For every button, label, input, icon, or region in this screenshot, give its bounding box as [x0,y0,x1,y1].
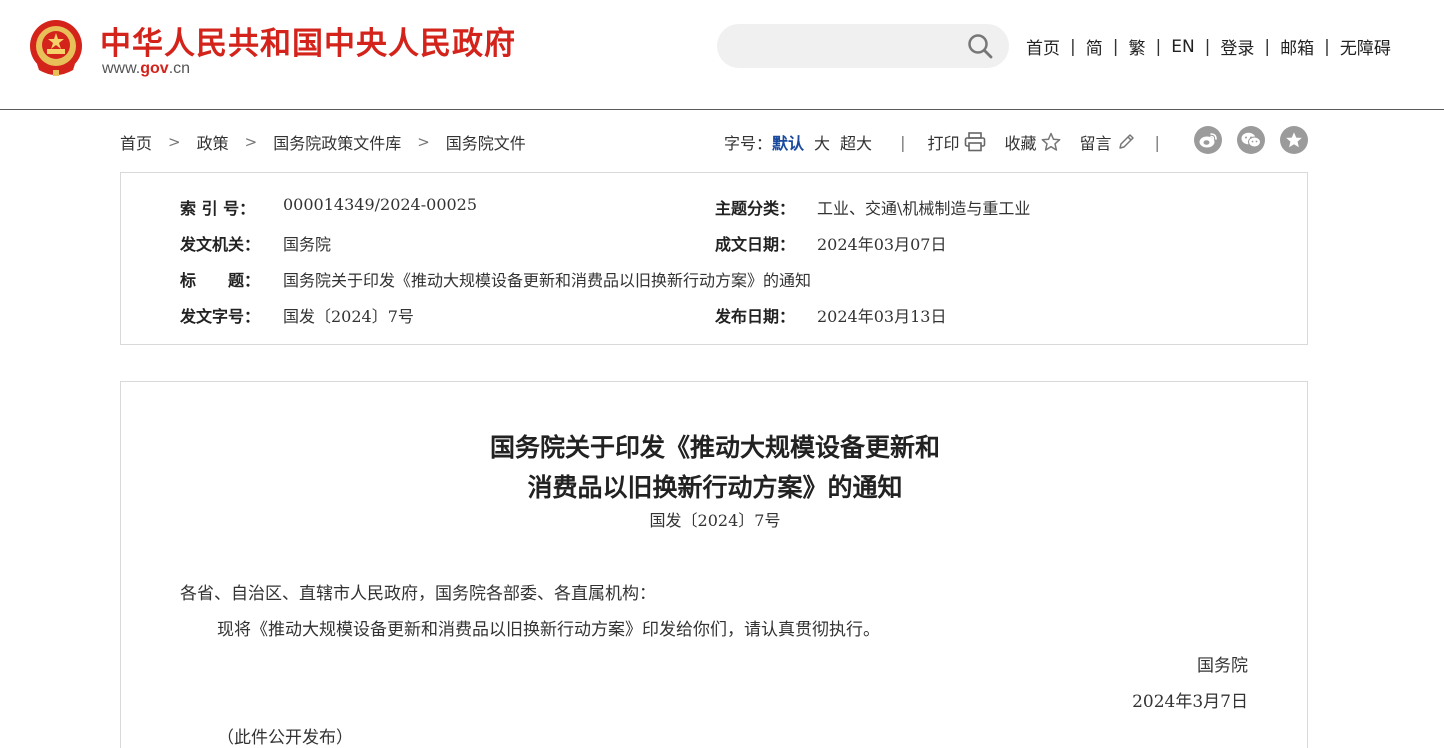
breadcrumb: 首页 > 政策 > 国务院政策文件库 > 国务院文件 [120,130,526,154]
article-salutation: 各省、自治区、直辖市人民政府，国务院各部委、各直属机构： [180,584,656,604]
info-docno-label: 发文字号： [180,307,261,326]
article-paragraph: 现将《推动大规模设备更新和消费品以旧换新行动方案》印发给你们，请认真贯彻执行。 [217,620,880,640]
site-url[interactable]: www.gov.cn [102,60,190,78]
collect-button[interactable]: 收藏 [1004,130,1061,154]
weibo-icon [1199,133,1217,148]
pencil-icon [1118,134,1134,149]
info-date-published-value: 2024年03月13日 [817,307,947,326]
article-signature: 国务院 [1197,656,1248,676]
info-date-written-label: 成文日期： [715,235,796,254]
article-publish-note: （此件公开发布） [217,728,353,748]
font-size-default[interactable]: 默认 [772,130,804,154]
national-emblem-icon[interactable] [27,18,85,78]
print-button[interactable]: 打印 [927,130,986,154]
article-title-line2: 消费品以旧换新行动方案》的通知 [527,473,903,502]
nav-sep: | [1264,36,1271,57]
nav-sep: | [1155,36,1162,57]
nav-sep: | [1324,36,1330,57]
site-header: 中华人民共和国中央人民政府 www.gov.cn 首页 | 简 | 繁 | EN… [0,0,1444,110]
nav-mail[interactable]: 邮箱 [1280,34,1314,59]
url-gov: gov [140,60,169,77]
comment-label: 留言 [1079,134,1112,153]
favorite-icon [1286,132,1302,148]
article-tools: 字号： 默认 大 超大 | 打印 收藏 留言 | [724,130,1160,154]
star-icon [1042,132,1061,151]
site-title[interactable]: 中华人民共和国中央人民政府 [100,18,516,63]
info-date-written-row: 成文日期： 2024年03月07日 [715,231,946,255]
printer-icon [965,132,986,152]
nav-accessibility[interactable]: 无障碍 [1340,34,1391,59]
tools-sep: | [900,132,906,152]
info-issuer-value: 国务院 [283,235,332,254]
breadcrumb-home[interactable]: 首页 [120,130,152,154]
article-date: 2024年3月7日 [1132,692,1248,712]
info-docno-row: 发文字号： 国发〔2024〕7号 [180,303,414,327]
breadcrumb-sep: > [168,133,181,151]
comment-button[interactable]: 留言 [1079,130,1134,154]
share-weibo-button[interactable] [1194,126,1222,154]
info-docno-value: 国发〔2024〕7号 [283,307,414,326]
nav-login[interactable]: 登录 [1220,34,1254,59]
nav-english[interactable]: EN [1171,37,1194,57]
info-topic-label: 主题分类： [715,199,796,218]
font-size-label: 字号： [724,134,773,153]
search-icon[interactable] [966,32,994,60]
print-label: 打印 [927,134,960,153]
nav-sep: | [1112,36,1119,57]
collect-label: 收藏 [1004,134,1037,153]
nav-traditional[interactable]: 繁 [1128,34,1145,59]
breadcrumb-sep: > [244,133,258,151]
breadcrumb-state-council-docs[interactable]: 国务院文件 [446,130,526,154]
nav-home[interactable]: 首页 [1026,34,1060,59]
breadcrumb-policy[interactable]: 政策 [197,130,229,154]
info-title-row: 标 题： 国务院关于印发《推动大规模设备更新和消费品以旧换新行动方案》的通知 [180,267,811,291]
article-title-line1: 国务院关于印发《推动大规模设备更新和 [489,433,940,462]
share-wechat-button[interactable] [1237,126,1265,154]
url-prefix: www. [102,60,141,77]
info-topic-value: 工业、交通\机械制造与重工业 [817,199,1031,218]
info-date-published-label: 发布日期： [715,307,796,326]
article-doc-number: 国发〔2024〕7号 [649,511,781,530]
top-nav: 首页 | 简 | 繁 | EN | 登录 | 邮箱 | 无障碍 [1026,34,1391,60]
document-info-box: 索 引 号： 000014349/2024-00025 主题分类： 工业、交通\… [120,172,1308,345]
info-issuer-row: 发文机关： 国务院 [180,231,331,255]
nav-sep: | [1204,36,1211,57]
breadcrumb-policy-library[interactable]: 国务院政策文件库 [273,130,401,154]
breadcrumb-sep: > [417,133,430,151]
share-favorite-button[interactable] [1280,126,1308,154]
info-title-label: 标 题： [180,271,261,290]
info-topic-row: 主题分类： 工业、交通\机械制造与重工业 [715,195,1030,219]
url-suffix: .cn [168,60,191,77]
article-body: 国务院关于印发《推动大规模设备更新和 消费品以旧换新行动方案》的通知 国发〔20… [120,381,1308,748]
tools-sep: | [1154,132,1160,152]
font-size-xlarge[interactable]: 超大 [840,130,872,154]
info-index-label: 索 引 号： [180,199,256,218]
nav-simplified[interactable]: 简 [1086,34,1103,59]
info-index-row: 索 引 号： 000014349/2024-00025 [180,195,477,219]
nav-sep: | [1070,36,1076,57]
info-date-written-value: 2024年03月07日 [817,235,947,254]
article-title: 国务院关于印发《推动大规模设备更新和 消费品以旧换新行动方案》的通知 [121,428,1309,508]
info-index-value: 000014349/2024-00025 [283,195,478,214]
info-date-published-row: 发布日期： 2024年03月13日 [715,303,946,327]
info-title-value: 国务院关于印发《推动大规模设备更新和消费品以旧换新行动方案》的通知 [283,271,812,290]
font-size-large[interactable]: 大 [814,130,830,154]
info-issuer-label: 发文机关： [180,235,261,254]
wechat-icon [1241,132,1261,148]
